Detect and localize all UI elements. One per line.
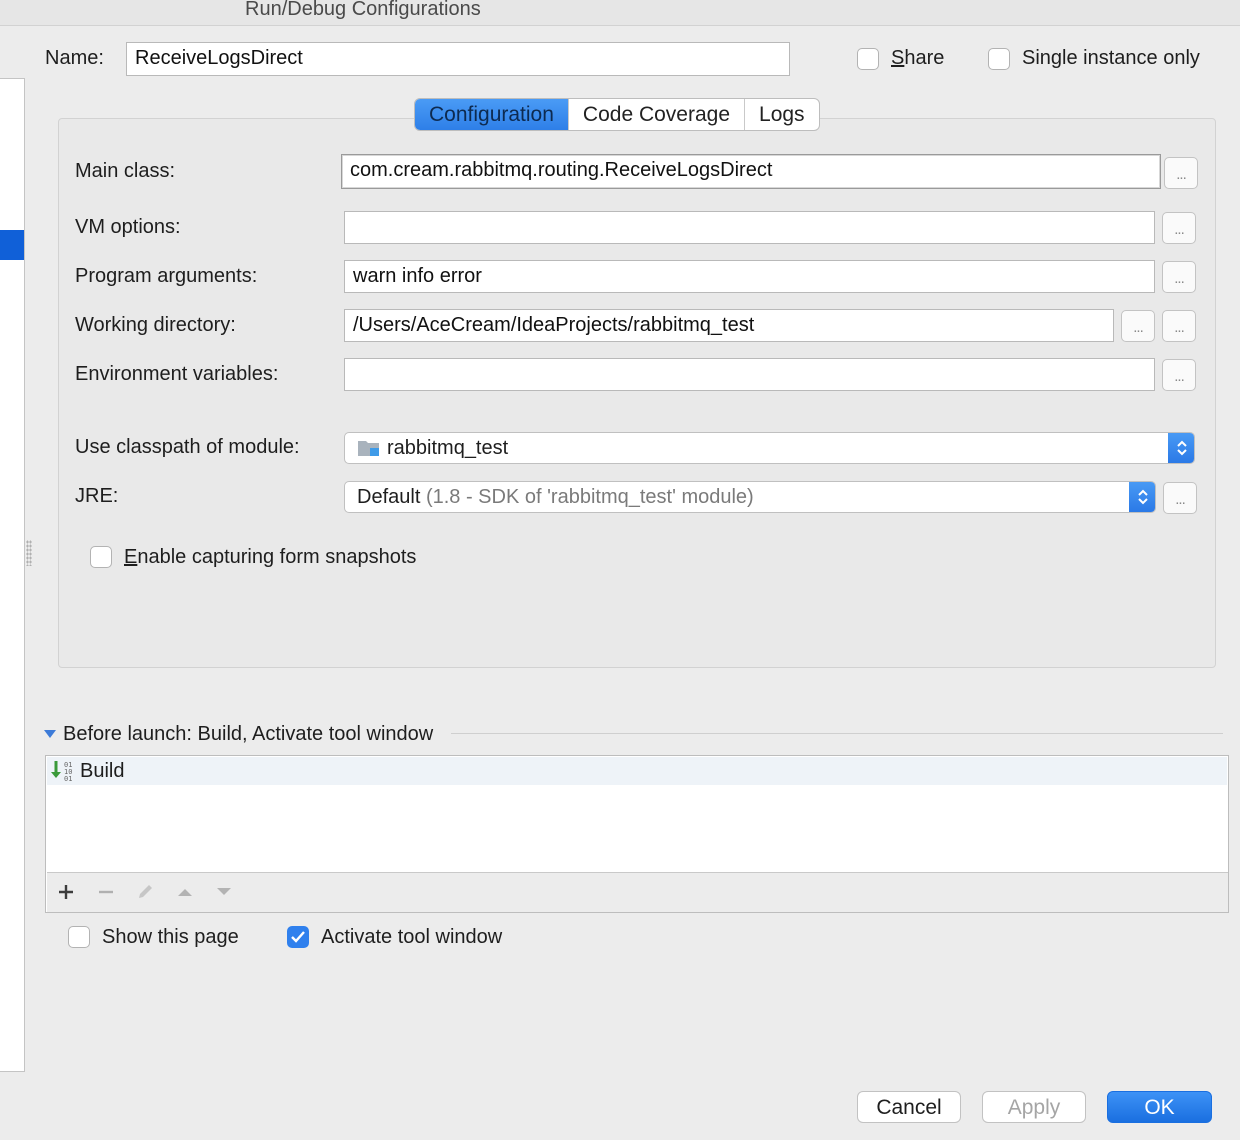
jre-select[interactable]: Default (1.8 - SDK of 'rabbitmq_test' mo… <box>344 481 1156 513</box>
remove-icon[interactable] <box>91 877 121 907</box>
window-title: Run/Debug Configurations <box>245 0 481 20</box>
activate-tool-window-label[interactable]: Activate tool window <box>321 926 502 949</box>
form-snapshots-label-rest: nable capturing form snapshots <box>137 546 417 568</box>
working-directory-input[interactable]: /Users/AceCream/IdeaProjects/rabbitmq_te… <box>344 309 1114 342</box>
main-class-input[interactable]: com.cream.rabbitmq.routing.ReceiveLogsDi… <box>341 154 1161 189</box>
environment-variables-edit-button[interactable]: ... <box>1162 359 1196 391</box>
collapse-triangle-icon[interactable] <box>44 730 56 738</box>
program-arguments-label: Program arguments: <box>75 265 258 287</box>
configuration-tree[interactable] <box>0 78 25 1072</box>
main-class-label: Main class: <box>75 160 176 182</box>
share-label-rest: hare <box>904 47 945 69</box>
move-down-icon[interactable] <box>209 877 239 907</box>
module-folder-icon <box>357 438 381 458</box>
environment-variables-label: Environment variables: <box>75 363 279 385</box>
cancel-button[interactable]: Cancel <box>857 1091 961 1123</box>
tab-code-coverage[interactable]: Code Coverage <box>569 99 746 130</box>
build-icon: 01 10 01 <box>50 759 76 789</box>
show-page-checkbox[interactable] <box>68 926 90 948</box>
name-label: Name: <box>45 47 104 69</box>
vm-options-input[interactable] <box>344 211 1155 244</box>
tab-bar: Configuration Code Coverage Logs <box>414 98 820 131</box>
share-label[interactable]: Share <box>891 47 944 70</box>
task-row[interactable]: 01 10 01 Build <box>47 757 1227 785</box>
task-label: Build <box>80 760 125 782</box>
configuration-panel <box>58 118 1216 668</box>
select-stepper-icon <box>1129 482 1155 512</box>
environment-variables-input[interactable] <box>344 358 1155 391</box>
checkmark-icon <box>291 931 305 943</box>
main-class-browse-button[interactable]: ... <box>1164 157 1198 189</box>
classpath-module-select[interactable]: rabbitmq_test <box>344 432 1195 464</box>
program-arguments-input[interactable]: warn info error <box>344 260 1155 293</box>
working-directory-label: Working directory: <box>75 314 236 336</box>
jre-detail: (1.8 - SDK of 'rabbitmq_test' module) <box>425 485 754 508</box>
svg-text:01: 01 <box>64 775 72 783</box>
ok-button[interactable]: OK <box>1107 1091 1212 1123</box>
before-launch-title[interactable]: Before launch: Build, Activate tool wind… <box>63 723 433 746</box>
vm-options-label: VM options: <box>75 216 181 238</box>
working-directory-macro-button[interactable]: ... <box>1162 310 1196 342</box>
tab-logs[interactable]: Logs <box>745 99 819 130</box>
edit-icon[interactable] <box>130 877 160 907</box>
add-icon[interactable] <box>51 877 81 907</box>
section-divider <box>451 733 1223 734</box>
activate-tool-window-checkbox[interactable] <box>287 926 309 948</box>
jre-value: Default <box>357 485 421 508</box>
tree-selected-item[interactable] <box>0 230 24 260</box>
vm-options-expand-button[interactable]: ... <box>1162 212 1196 244</box>
jre-label: JRE: <box>75 485 119 507</box>
single-instance-checkbox[interactable] <box>988 48 1010 70</box>
classpath-module-label: Use classpath of module: <box>75 436 300 458</box>
form-snapshots-checkbox[interactable] <box>90 546 112 568</box>
apply-button[interactable]: Apply <box>982 1091 1086 1123</box>
form-snapshots-label[interactable]: Enable capturing form snapshots <box>124 546 416 569</box>
name-input[interactable]: ReceiveLogsDirect <box>126 42 790 76</box>
jre-browse-button[interactable]: ... <box>1163 482 1197 514</box>
move-up-icon[interactable] <box>170 877 200 907</box>
share-checkbox[interactable] <box>857 48 879 70</box>
task-toolbar <box>47 872 1228 912</box>
show-page-label[interactable]: Show this page <box>102 926 239 949</box>
single-instance-label[interactable]: Single instance only <box>1022 47 1200 70</box>
splitter-handle[interactable] <box>26 540 32 566</box>
before-launch-task-list[interactable]: 01 10 01 Build <box>45 755 1229 913</box>
tab-configuration[interactable]: Configuration <box>415 99 569 130</box>
classpath-module-value: rabbitmq_test <box>387 436 509 459</box>
select-stepper-icon <box>1168 433 1194 463</box>
program-arguments-expand-button[interactable]: ... <box>1162 261 1196 293</box>
title-bar <box>0 0 1240 26</box>
working-directory-browse-button[interactable]: ... <box>1121 310 1155 342</box>
